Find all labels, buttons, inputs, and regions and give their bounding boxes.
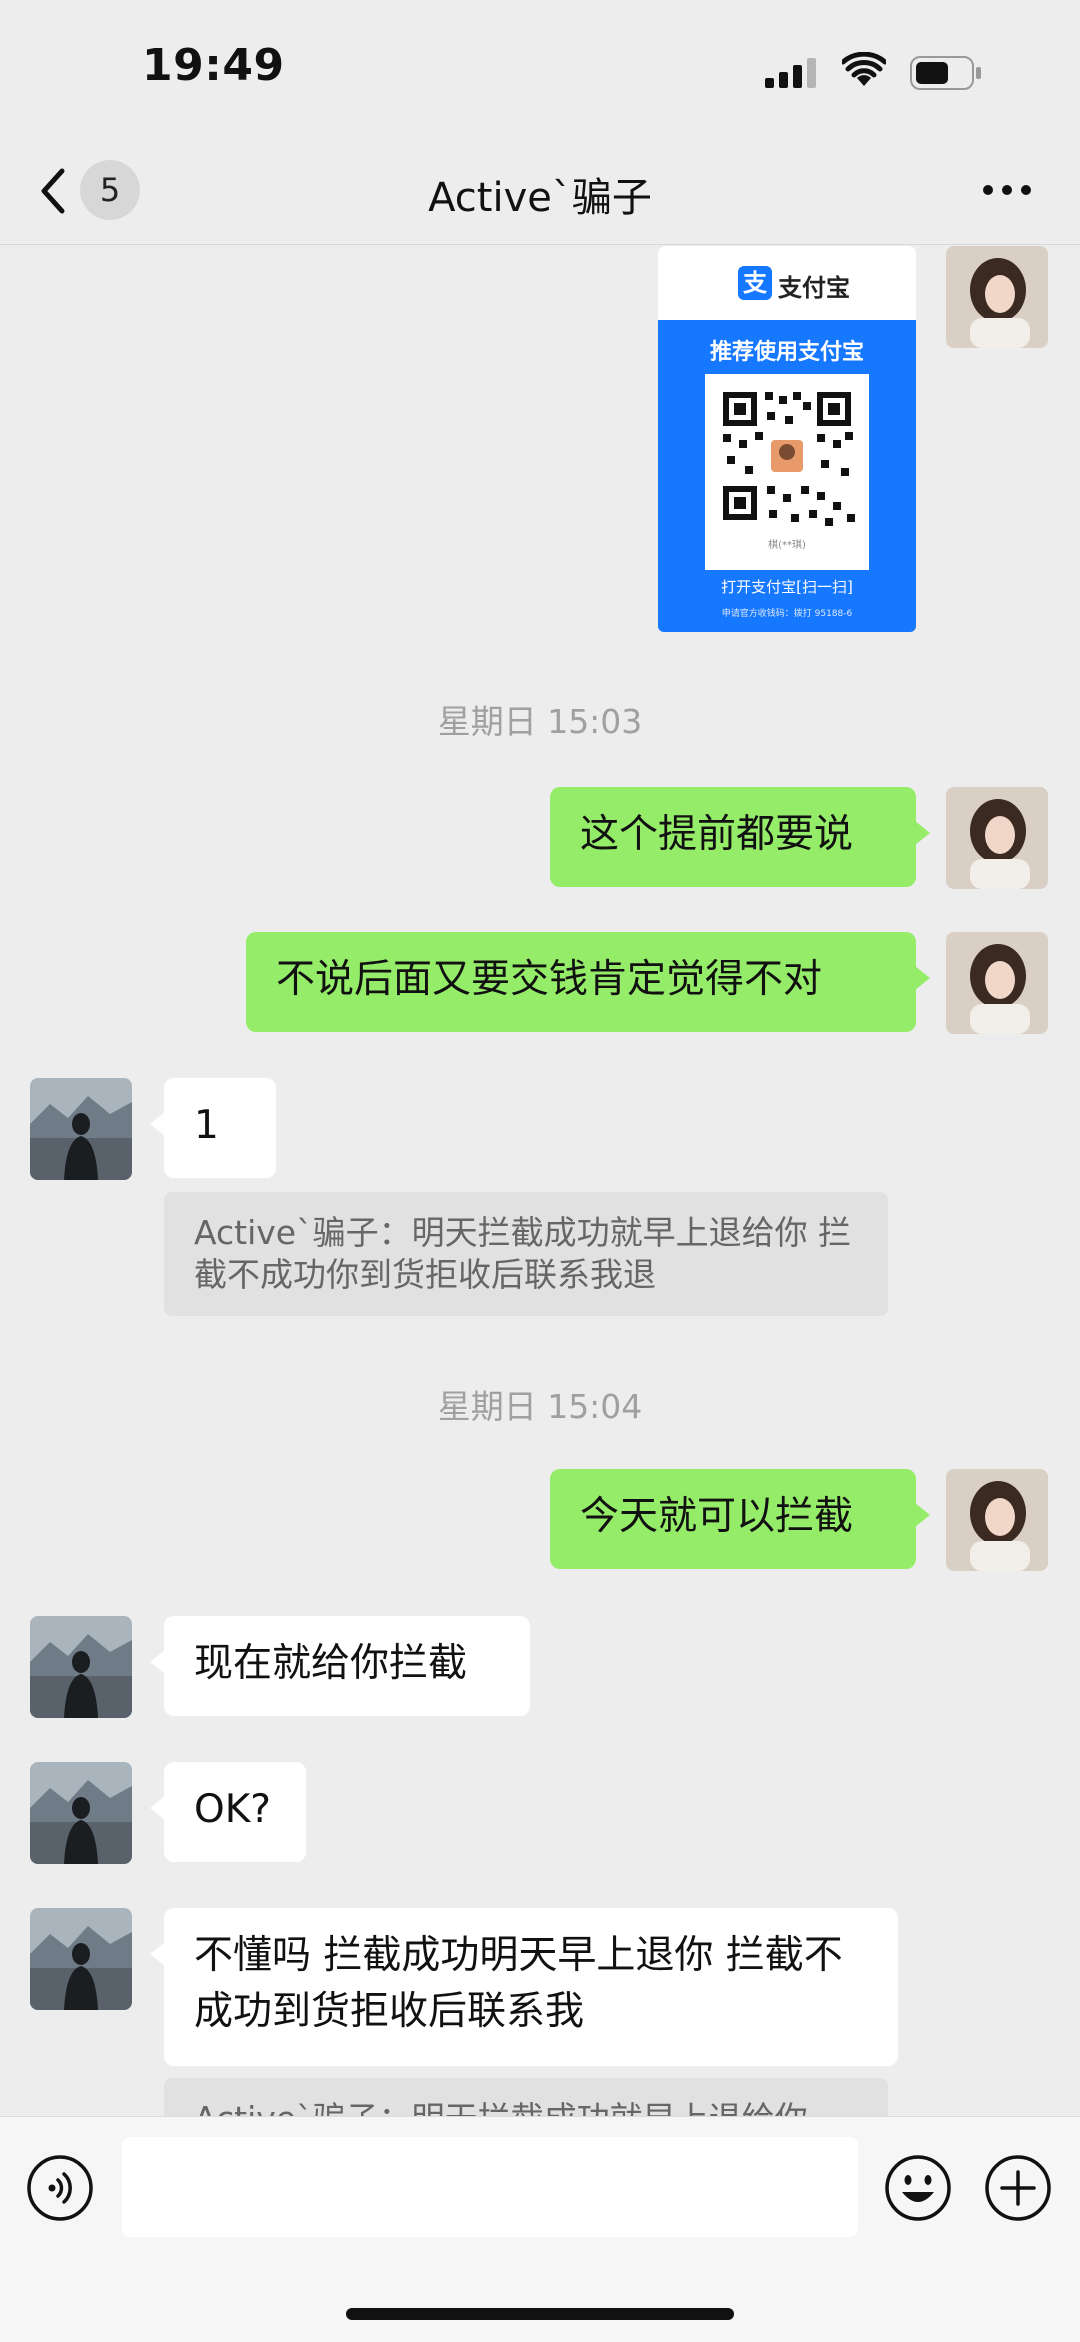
received-message[interactable]: 不懂吗 拦截成功明天早上退你 拦截不成功到货拒收后联系我 xyxy=(150,1908,898,2066)
chat-title: Active`骗子 xyxy=(428,175,652,221)
battery-icon xyxy=(910,56,981,90)
sent-message[interactable]: 这个提前都要说 xyxy=(550,787,930,887)
my-avatar[interactable] xyxy=(946,787,1048,889)
sent-message[interactable]: 今天就可以拦截 xyxy=(550,1469,930,1569)
contact-avatar[interactable] xyxy=(30,1616,132,1718)
home-indicator[interactable] xyxy=(346,2308,734,2320)
scan-instruction: 打开支付宝[扫一扫] xyxy=(721,578,853,596)
plus-icon[interactable] xyxy=(984,2154,1052,2222)
cellular-signal-icon xyxy=(765,58,816,88)
received-message[interactable]: OK? xyxy=(150,1762,306,1862)
wifi-icon xyxy=(842,52,886,86)
quoted-message[interactable]: Active`骗子：明天拦截成功就早上退给你 拦截不成功你到货拒收后联系我退 xyxy=(164,1192,888,1316)
card-brand: 支付宝 xyxy=(778,274,850,302)
message-input[interactable] xyxy=(122,2137,858,2237)
more-icon[interactable] xyxy=(982,184,1032,196)
contact-avatar[interactable] xyxy=(30,1908,132,2010)
sent-message[interactable]: 不说后面又要交钱肯定觉得不对 xyxy=(246,932,930,1032)
card-headline: 推荐使用支付宝 xyxy=(709,340,864,365)
received-message[interactable]: 现在就给你拦截 xyxy=(150,1616,530,1716)
chevron-left-icon[interactable] xyxy=(32,163,72,219)
my-avatar[interactable] xyxy=(946,1469,1048,1571)
my-avatar[interactable] xyxy=(946,932,1048,1034)
contact-avatar[interactable] xyxy=(30,1078,132,1180)
status-time: 19:49 xyxy=(142,40,285,91)
payee-name: 棋(**琪) xyxy=(768,540,806,551)
unread-count-badge[interactable]: 5 xyxy=(80,160,140,220)
card-footer: 申请官方收钱码：拨打 95188-6 xyxy=(721,609,853,619)
alipay-logo-icon: 支 xyxy=(738,266,772,300)
voice-icon[interactable] xyxy=(26,2154,94,2222)
timestamp: 星期日 15:04 xyxy=(437,1387,643,1426)
alipay-qr-card[interactable]: 支 支付宝 推荐使用支付宝 棋(**琪) 打开支付宝[扫一扫] 申请官方收钱码：… xyxy=(658,246,916,632)
emoji-icon[interactable] xyxy=(884,2154,952,2222)
timestamp: 星期日 15:03 xyxy=(437,702,643,741)
qr-code-icon xyxy=(723,392,855,526)
contact-avatar[interactable] xyxy=(30,1762,132,1864)
received-message[interactable]: 1 xyxy=(150,1078,276,1178)
my-avatar[interactable] xyxy=(946,246,1048,348)
